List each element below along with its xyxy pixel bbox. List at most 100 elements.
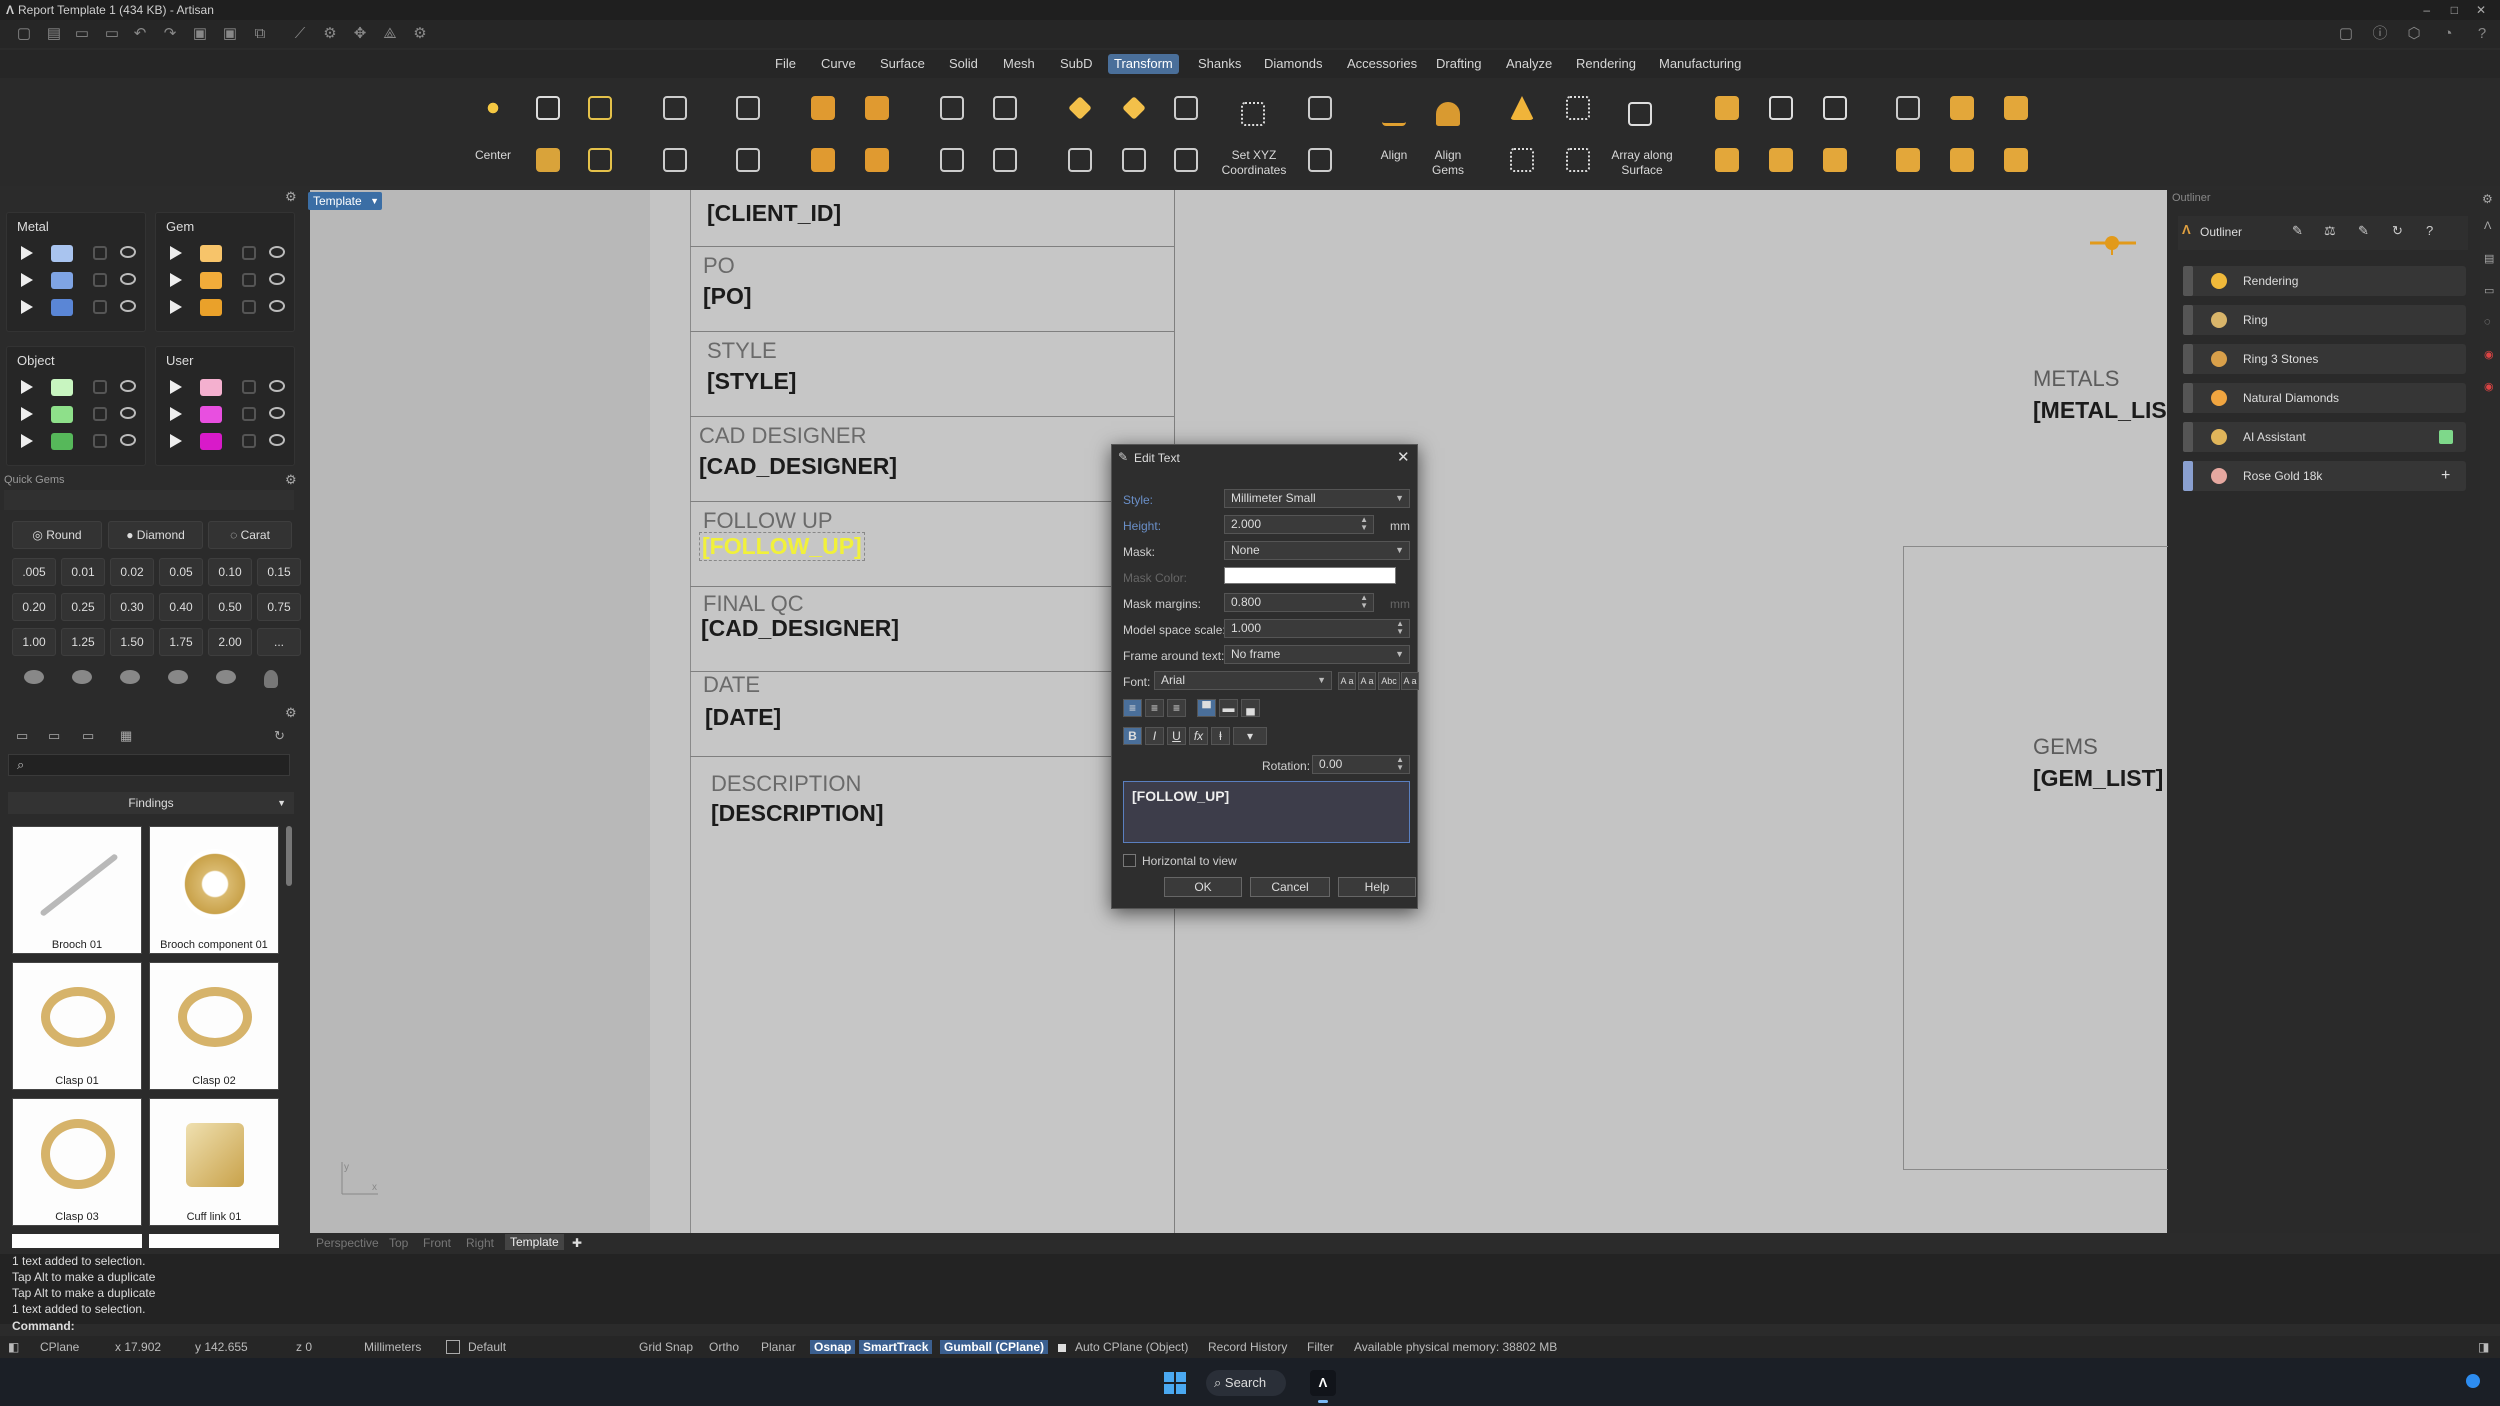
curve-prong-button[interactable] <box>1761 88 1801 128</box>
library-search-input[interactable]: ⌕ <box>8 754 290 776</box>
edit-icon[interactable]: ✎ <box>2358 223 2369 239</box>
finding-brooch-01[interactable]: Brooch 01 <box>12 826 142 954</box>
align-right-icon[interactable]: ≡ <box>1167 699 1186 717</box>
array-button[interactable] <box>803 88 843 128</box>
tab-right[interactable]: Right <box>466 1236 494 1250</box>
tab-perspective[interactable]: Perspective <box>316 1236 379 1250</box>
menu-mesh[interactable]: Mesh <box>997 54 1041 74</box>
user-layer-row[interactable] <box>156 428 294 455</box>
lock-icon[interactable] <box>242 380 256 394</box>
align-left-icon[interactable]: ≡ <box>1123 699 1142 717</box>
metal-swatch[interactable] <box>51 299 73 316</box>
copy-button[interactable] <box>528 140 568 180</box>
height-input[interactable]: 2.000 ▲ ▼ <box>1224 515 1374 534</box>
scale-button[interactable] <box>655 88 695 128</box>
gem-size-button[interactable]: 0.15 <box>257 558 301 586</box>
pave-button[interactable] <box>1502 88 1542 128</box>
diamond-gem-button[interactable]: ● Diamond <box>108 521 203 549</box>
array-crv-on-srf-button[interactable] <box>857 140 897 180</box>
gem-layer-row[interactable] <box>156 267 294 294</box>
finding-brooch-component-01[interactable]: Brooch component 01 <box>149 826 279 954</box>
style-field[interactable]: [STYLE] <box>707 368 796 395</box>
analyze-icon[interactable]: ⟁ <box>380 24 400 44</box>
project-button[interactable] <box>1166 88 1206 128</box>
case-button[interactable]: A a <box>1338 672 1356 690</box>
gem-size-button[interactable]: 1.75 <box>159 628 203 656</box>
band2-button[interactable] <box>1942 140 1982 180</box>
gem-size-button[interactable]: 1.50 <box>110 628 154 656</box>
eye-icon[interactable] <box>269 300 285 312</box>
carat-button[interactable]: ◌ Carat <box>208 521 292 549</box>
panel-toggle-icon[interactable]: ◧ <box>8 1340 19 1354</box>
user-swatch[interactable] <box>200 406 222 423</box>
lock-icon[interactable] <box>242 434 256 448</box>
lock-icon[interactable] <box>93 300 107 314</box>
gems-field[interactable]: [GEM_LIST] <box>2033 765 2168 792</box>
save-as-icon[interactable]: ▣ <box>220 24 240 44</box>
eye-icon[interactable] <box>120 273 136 285</box>
mirror3d-button[interactable] <box>728 140 768 180</box>
finding-clasp-03[interactable]: Clasp 03 <box>12 1098 142 1226</box>
channel-button[interactable] <box>1996 88 2036 128</box>
panel-settings-icon[interactable]: ⚙ <box>2482 192 2493 206</box>
mask-select[interactable]: None ▼ <box>1224 541 1410 560</box>
align-button[interactable] <box>1374 94 1414 134</box>
follow-up-field-selected[interactable]: [FOLLOW_UP] <box>699 532 865 561</box>
close-window-button[interactable]: ✕ <box>2476 0 2486 20</box>
redo-icon[interactable]: ↷ <box>160 24 180 44</box>
diamond-orient-button[interactable] <box>1060 88 1100 128</box>
menu-rendering[interactable]: Rendering <box>1570 54 1642 74</box>
description-field[interactable]: [DESCRIPTION] <box>711 800 884 827</box>
mask-margins-input[interactable]: 0.800 ▲ ▼ <box>1224 593 1374 612</box>
rotate-button[interactable] <box>580 88 620 128</box>
gem-size-button[interactable]: 0.50 <box>208 593 252 621</box>
band-button[interactable] <box>1942 88 1982 128</box>
add-tab-icon[interactable]: ✚ <box>572 1236 582 1250</box>
lock-icon[interactable] <box>242 273 256 287</box>
select-layer-icon[interactable] <box>170 246 182 260</box>
gem-size-button[interactable]: 1.00 <box>12 628 56 656</box>
menu-file[interactable]: File <box>769 54 802 74</box>
array-polar-button[interactable] <box>803 140 843 180</box>
object-swatch[interactable] <box>51 406 73 423</box>
menu-analyze[interactable]: Analyze <box>1500 54 1558 74</box>
gem-size-button[interactable]: 2.00 <box>208 628 252 656</box>
gem-size-button[interactable]: 0.40 <box>159 593 203 621</box>
findings-dropdown[interactable]: Findings ▼ <box>8 792 294 814</box>
library-scrollbar[interactable] <box>286 826 292 886</box>
finding-clasp-02[interactable]: Clasp 02 <box>149 962 279 1090</box>
add-icon[interactable]: + <box>2441 461 2450 491</box>
select-layer-icon[interactable] <box>21 380 33 394</box>
select-layer-icon[interactable] <box>21 300 33 314</box>
status-layer[interactable]: Default <box>468 1340 506 1354</box>
channel2-button[interactable] <box>1996 140 2036 180</box>
settings-icon[interactable]: ⚙ <box>410 24 430 44</box>
gem-size-button[interactable]: 0.02 <box>110 558 154 586</box>
finding-cuff-link-01[interactable]: Cuff link 01 <box>149 1098 279 1226</box>
gem-pin-icon[interactable] <box>264 670 278 688</box>
style-select[interactable]: Millimeter Small ▼ <box>1224 489 1410 508</box>
menu-diamonds[interactable]: Diamonds <box>1258 54 1329 74</box>
viewport-tab[interactable]: Template ▼ <box>308 192 382 210</box>
outliner-item-rendering[interactable]: Rendering <box>2183 266 2466 296</box>
tab-template[interactable]: Template <box>505 1234 564 1250</box>
align-gems-button[interactable] <box>1428 94 1468 134</box>
gem-swatch[interactable] <box>200 272 222 289</box>
menu-drafting[interactable]: Drafting <box>1430 54 1488 74</box>
metal-layer-row[interactable] <box>7 267 145 294</box>
metals-field[interactable]: [METAL_LIS <box>2033 397 2168 424</box>
select-layer-icon[interactable] <box>170 300 182 314</box>
flow-button[interactable] <box>1060 140 1100 180</box>
cutter-button[interactable] <box>1815 140 1855 180</box>
pin-icon[interactable]: ✎ <box>2292 223 2303 239</box>
eye-icon[interactable] <box>269 273 285 285</box>
close-icon[interactable]: ✕ <box>1397 448 1410 466</box>
eye-icon[interactable] <box>120 407 136 419</box>
artisan-taskbar-icon[interactable]: Λ <box>1310 1370 1336 1396</box>
user-layer-row[interactable] <box>156 374 294 401</box>
eye-icon[interactable] <box>269 246 285 258</box>
metal-swatch[interactable] <box>51 245 73 262</box>
finding-thumb-partial[interactable] <box>12 1234 142 1248</box>
taskbar-search[interactable]: ⌕ Search <box>1206 1370 1286 1396</box>
align-center-icon[interactable]: ≡ <box>1145 699 1164 717</box>
